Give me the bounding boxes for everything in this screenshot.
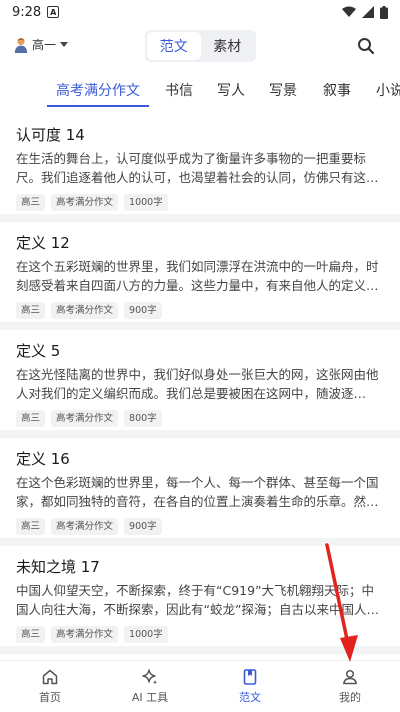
nav-home[interactable]: 首页 — [0, 661, 100, 712]
divider — [0, 430, 400, 438]
top-bar: 高一 范文 素材 — [0, 28, 400, 64]
category-tag: 高考满分作文 — [51, 626, 119, 643]
divider — [0, 214, 400, 222]
tab-scenery[interactable]: 写景 — [269, 80, 297, 100]
sparkle-icon — [142, 669, 157, 685]
person-icon — [343, 669, 357, 685]
tab-people[interactable]: 写人 — [217, 80, 245, 100]
grade-tag: 高三 — [16, 518, 46, 535]
nav-label: 范文 — [239, 691, 261, 704]
word-count-tag: 800字 — [124, 410, 162, 427]
grade-tag: 高三 — [16, 194, 46, 211]
wifi-icon — [342, 6, 356, 17]
nav-label: 首页 — [39, 691, 61, 704]
active-tab-indicator — [47, 105, 149, 107]
caret-down-icon — [60, 42, 69, 47]
category-tag: 高考满分作文 — [51, 410, 119, 427]
article-excerpt: 在生活的舞台上，认可度似乎成为了衡量许多事物的一把重要标尺。我们追逐着他人的认可… — [16, 151, 379, 185]
segment-essays[interactable]: 范文 — [147, 32, 201, 60]
avatar — [14, 37, 28, 53]
nav-label: AI 工具 — [131, 691, 169, 704]
word-count-tag: 1000字 — [124, 194, 168, 211]
article-item[interactable]: 未知之境 17 中国人仰望天空，不断探索，终于有“C919”大飞机翱翔天际；中国… — [0, 556, 400, 643]
article-excerpt: 在这个色彩斑斓的世界里，每一个人、每一个群体、甚至每一个国家，都如同独特的音符，… — [16, 475, 379, 509]
search-icon[interactable] — [356, 36, 376, 56]
divider — [0, 538, 400, 546]
article-item[interactable]: 定义 12 在这个五彩斑斓的世界里，我们如同漂浮在洪流中的一叶扁舟，时刻感受着来… — [0, 232, 400, 319]
divider — [0, 646, 400, 654]
tab-letters[interactable]: 书信 — [165, 80, 193, 100]
article-item[interactable]: 定义 16 在这个色彩斑斓的世界里，每一个人、每一个群体、甚至每一个国家，都如同… — [0, 448, 400, 535]
tab-narrative[interactable]: 叙事 — [323, 80, 351, 100]
category-tabs: 高考满分作文 书信 写人 写景 叙事 小说 — [0, 72, 400, 108]
grade-label: 高一 — [32, 38, 57, 52]
word-count-tag: 900字 — [124, 302, 162, 319]
home-icon — [42, 669, 58, 685]
article-excerpt: 在这光怪陆离的世界中，我们好似身处一张巨大的网，这张网由他人对我们的定义编织而成… — [16, 367, 379, 401]
book-icon — [243, 669, 257, 685]
grade-tag: 高三 — [16, 410, 46, 427]
grade-tag: 高三 — [16, 626, 46, 643]
battery-icon — [380, 5, 388, 19]
word-count-tag: 900字 — [124, 518, 162, 535]
article-title: 定义 12 — [16, 234, 70, 252]
category-tag: 高考满分作文 — [51, 518, 119, 535]
status-time: 9:28 — [12, 4, 42, 20]
article-list: 认可度 14 在生活的舞台上，认可度似乎成为了衡量许多事物的一把重要标尺。我们追… — [0, 112, 400, 660]
article-title: 未知之境 17 — [16, 558, 100, 576]
tab-fiction[interactable]: 小说 — [376, 80, 400, 100]
nav-label: 我的 — [339, 691, 361, 704]
grade-selector[interactable]: 高一 — [14, 36, 69, 53]
status-bar: 9:28 A — [0, 0, 400, 24]
signal-icon — [362, 6, 374, 18]
article-title: 认可度 14 — [16, 126, 85, 144]
article-title: 定义 5 — [16, 342, 61, 360]
divider — [0, 322, 400, 330]
article-title: 定义 16 — [16, 450, 70, 468]
grade-tag: 高三 — [16, 302, 46, 319]
nav-me[interactable]: 我的 — [300, 661, 400, 712]
article-excerpt: 在这个五彩斑斓的世界里，我们如同漂浮在洪流中的一叶扁舟，时刻感受着来自四面八方的… — [16, 259, 379, 293]
content-type-switch: 范文 素材 — [145, 30, 256, 62]
word-count-tag: 1000字 — [124, 626, 168, 643]
segment-materials[interactable]: 素材 — [201, 32, 255, 60]
category-tag: 高考满分作文 — [51, 302, 119, 319]
article-excerpt: 中国人仰望天空，不断探索，终于有“C919”大飞机翱翔天际；中国人向往大海，不断… — [16, 583, 379, 617]
bottom-nav: 首页 AI 工具 范文 我的 — [0, 660, 400, 712]
nav-essays[interactable]: 范文 — [200, 661, 300, 712]
article-item[interactable]: 认可度 14 在生活的舞台上，认可度似乎成为了衡量许多事物的一把重要标尺。我们追… — [0, 124, 400, 211]
nav-ai-tools[interactable]: AI 工具 — [100, 661, 200, 712]
app-notification-icon: A — [47, 6, 60, 18]
tab-full-score[interactable]: 高考满分作文 — [56, 80, 140, 100]
category-tag: 高考满分作文 — [51, 194, 119, 211]
article-item[interactable]: 定义 5 在这光怪陆离的世界中，我们好似身处一张巨大的网，这张网由他人对我们的定… — [0, 340, 400, 427]
